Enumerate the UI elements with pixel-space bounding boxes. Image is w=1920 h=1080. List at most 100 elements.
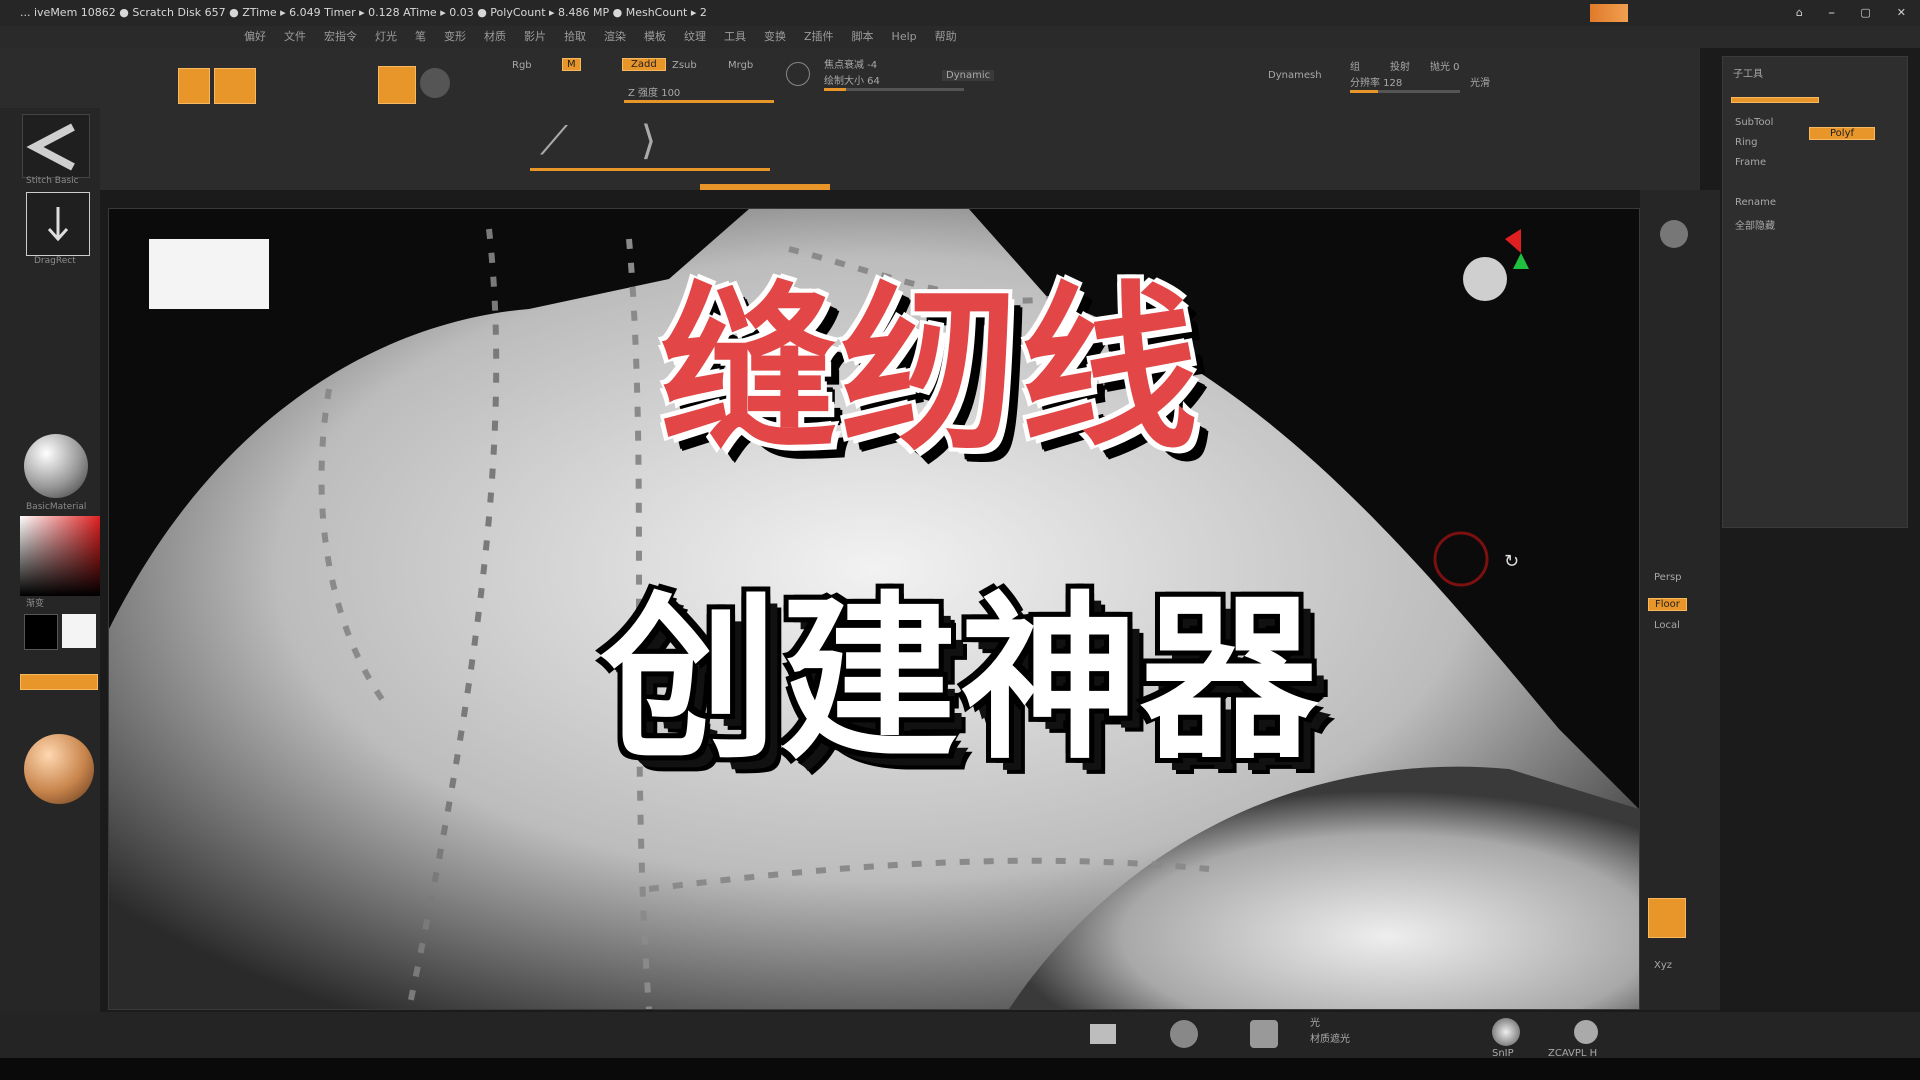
stroke-thumbnail[interactable]: [26, 192, 90, 256]
brush-alpha-icon[interactable]: [1492, 1018, 1520, 1046]
move-button[interactable]: [378, 66, 416, 104]
m-button[interactable]: M: [562, 58, 581, 71]
menu-item[interactable]: 变形: [444, 26, 466, 48]
main-color-swatch[interactable]: [24, 614, 58, 650]
menu-item[interactable]: 灯光: [375, 26, 397, 48]
color-picker[interactable]: [20, 516, 100, 596]
menu-item[interactable]: 纹理: [684, 26, 706, 48]
polish-label: 抛光 0: [1430, 62, 1460, 73]
thumbnail-preview[interactable]: [1590, 4, 1628, 22]
bpr-icon[interactable]: [1660, 220, 1688, 248]
stitch-brush-row: [520, 118, 780, 188]
subtool-panel: 子工具 SubTool Ring Frame Polyf Rename 全部隐藏: [1722, 56, 1908, 528]
bottom-bar: 光 材质遮光 SnIP ZCAVPL H: [0, 1012, 1920, 1059]
floor-button[interactable]: Floor: [1648, 598, 1687, 611]
footer-strip: [0, 1058, 1920, 1080]
menu-item[interactable]: Z插件: [804, 26, 834, 48]
draw-button[interactable]: [214, 68, 256, 104]
top-shelf: Rgb M Zadd Zsub Mrgb Z 强度 100 焦点衰减 -4 绘制…: [0, 48, 1700, 190]
menu-bar: 偏好 文件 宏指令 灯光笔变形 材质 影片 拾取 渲染 模板 纹理 工具 变换 Z插件 脚本 Help 帮助: [0, 26, 1920, 48]
hide-all-button[interactable]: 全部隐藏: [1735, 217, 1775, 232]
draw-size-label: 绘制大小 64: [824, 76, 880, 87]
z-intensity-label: Z 强度 100: [628, 88, 681, 99]
menu-item[interactable]: 影片: [524, 26, 546, 48]
menu-items: 偏好 文件 宏指令 灯光笔变形 材质 影片 拾取 渲染 模板 纹理 工具 变换 Z插件 脚本 Help 帮助: [244, 26, 957, 48]
brush-thumbnail[interactable]: [22, 114, 90, 178]
menu-item[interactable]: 变换: [764, 26, 786, 48]
sphere-icon[interactable]: [1170, 1020, 1198, 1048]
active-tab-indicator: [530, 168, 770, 171]
menu-item[interactable]: 宏指令: [324, 26, 357, 48]
material-label: BasicMaterial: [26, 502, 87, 512]
dynamesh-button[interactable]: Dynamesh: [1268, 70, 1322, 81]
rotate-icon[interactable]: [420, 68, 450, 98]
focal-shift-label: 焦点衰减 -4: [824, 60, 878, 71]
headline-line1: 缝纫线: [660, 266, 1200, 473]
menu-item[interactable]: 文件: [284, 26, 306, 48]
smooth-label: 光滑: [1470, 78, 1490, 89]
rgb-label[interactable]: Rgb: [512, 60, 532, 71]
rename-button[interactable]: Rename: [1735, 197, 1776, 208]
lightbox-indicator: [700, 184, 830, 190]
menu-item[interactable]: 帮助: [935, 26, 957, 48]
subtool-item[interactable]: SubTool: [1735, 117, 1773, 128]
z-intensity-slider[interactable]: [624, 100, 774, 103]
persp-button[interactable]: Persp: [1654, 572, 1682, 583]
switch-color-button[interactable]: [20, 674, 98, 690]
dynamic-button[interactable]: Dynamic: [942, 70, 995, 81]
groups-label[interactable]: 组: [1350, 58, 1360, 73]
secondary-color-swatch[interactable]: [62, 614, 96, 648]
light-label: 光: [1310, 1018, 1320, 1029]
brush-label: Stitch Basic: [26, 176, 79, 186]
right-shelf: Persp Floor Local Xyz: [1640, 190, 1720, 1010]
xyz-button[interactable]: [1648, 898, 1686, 938]
orientation-head-icon[interactable]: [1463, 257, 1507, 301]
menu-item[interactable]: 工具: [724, 26, 746, 48]
menu-item[interactable]: 偏好: [244, 26, 266, 48]
menu-item[interactable]: 模板: [644, 26, 666, 48]
mrgb-button[interactable]: Mrgb: [728, 60, 753, 71]
stroke-label: DragRect: [34, 256, 76, 266]
headline-line2: 创建神器: [600, 576, 1320, 783]
local-button[interactable]: Local: [1654, 620, 1680, 631]
brush-size-icon: [786, 62, 810, 86]
xyz-label: Xyz: [1654, 960, 1673, 971]
edit-button[interactable]: [178, 68, 210, 104]
draw-size-slider[interactable]: [824, 88, 964, 91]
menu-item[interactable]: 拾取: [564, 26, 586, 48]
matcap-sphere[interactable]: [24, 734, 94, 804]
frame-icon[interactable]: [1090, 1024, 1116, 1044]
resolution-label: 分辨率 128: [1350, 78, 1403, 89]
polyf-button[interactable]: Polyf: [1809, 127, 1876, 140]
window-controls: ⌂ ⎯ ▢ ✕: [1796, 0, 1906, 26]
maximize-icon[interactable]: ▢: [1860, 0, 1870, 26]
menu-item[interactable]: 材质: [484, 26, 506, 48]
subtool-item[interactable]: Ring: [1735, 137, 1757, 148]
cube-icon[interactable]: [1250, 1020, 1278, 1048]
stitch-brush-icon: [26, 123, 75, 171]
zadd-button[interactable]: Zadd: [622, 58, 666, 71]
close-icon[interactable]: ✕: [1897, 0, 1906, 26]
menu-item[interactable]: 脚本: [852, 26, 874, 48]
menu-item[interactable]: Help: [892, 26, 917, 48]
material-sphere[interactable]: [24, 434, 88, 498]
material-shadow-label: 材质遮光: [1310, 1034, 1350, 1045]
title-bar: ... iveMem 10862 ● Scratch Disk 657 ● ZT…: [0, 0, 1920, 27]
refresh-icon[interactable]: ↻: [1504, 551, 1519, 572]
navigation-thumbnail[interactable]: [149, 239, 269, 309]
panel-divider: [1731, 97, 1819, 103]
drag-arrow-icon: [47, 207, 69, 242]
zsub-button[interactable]: Zsub: [672, 60, 697, 71]
menu-item[interactable]: 渲染: [604, 26, 626, 48]
status-readout: ... iveMem 10862 ● Scratch Disk 657 ● ZT…: [20, 6, 707, 19]
project-label[interactable]: 投射: [1390, 58, 1410, 73]
subtool-item[interactable]: Frame: [1735, 157, 1766, 168]
resolution-slider[interactable]: [1350, 90, 1460, 93]
gradient-label: 渐变: [26, 599, 45, 609]
subtool-header: 子工具: [1733, 69, 1763, 80]
left-tray: Stitch Basic DragRect BasicMaterial 渐变: [0, 108, 100, 1058]
minimize-icon[interactable]: ⎯: [1829, 0, 1835, 26]
menu-item[interactable]: 笔: [415, 26, 426, 48]
pen-icon[interactable]: [1574, 1020, 1598, 1044]
home-icon[interactable]: ⌂: [1796, 0, 1803, 26]
